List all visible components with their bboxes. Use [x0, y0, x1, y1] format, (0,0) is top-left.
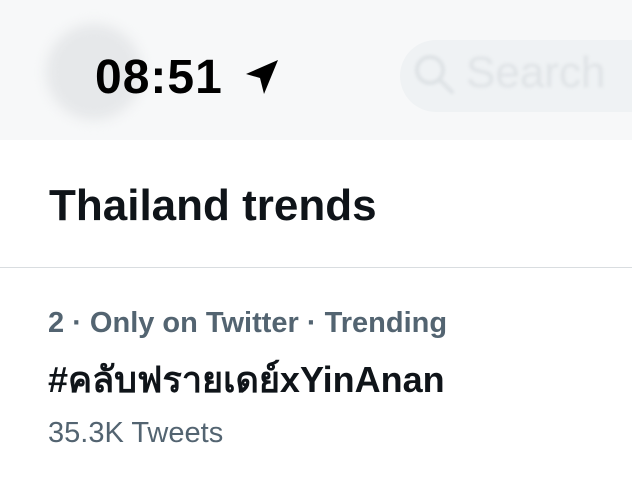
status-time: 08:51	[95, 51, 223, 104]
trend-item[interactable]: 2 · Only on Twitter · Trending #คลับฟราย…	[0, 268, 632, 487]
meta-separator: ·	[64, 307, 90, 339]
meta-separator: ·	[298, 307, 325, 339]
location-arrow-icon	[243, 57, 281, 102]
search-icon	[412, 52, 456, 101]
section-title: Thailand trends	[49, 181, 377, 230]
trends-screen: Search 08:51 Thailand trends 2 · Only on…	[0, 0, 632, 487]
top-bar: Search 08:51	[0, 0, 632, 140]
search-placeholder: Search	[466, 48, 606, 97]
trend-context: Only on Twitter	[89, 307, 299, 339]
trend-name: #คลับฟรายเดย์xYinAnan	[48, 359, 445, 400]
trend-category: Trending	[324, 307, 448, 339]
trend-meta: 2 · Only on Twitter · Trending	[48, 306, 447, 340]
trend-tweet-count: 35.3K Tweets	[48, 417, 224, 449]
trend-rank: 2	[48, 307, 65, 339]
